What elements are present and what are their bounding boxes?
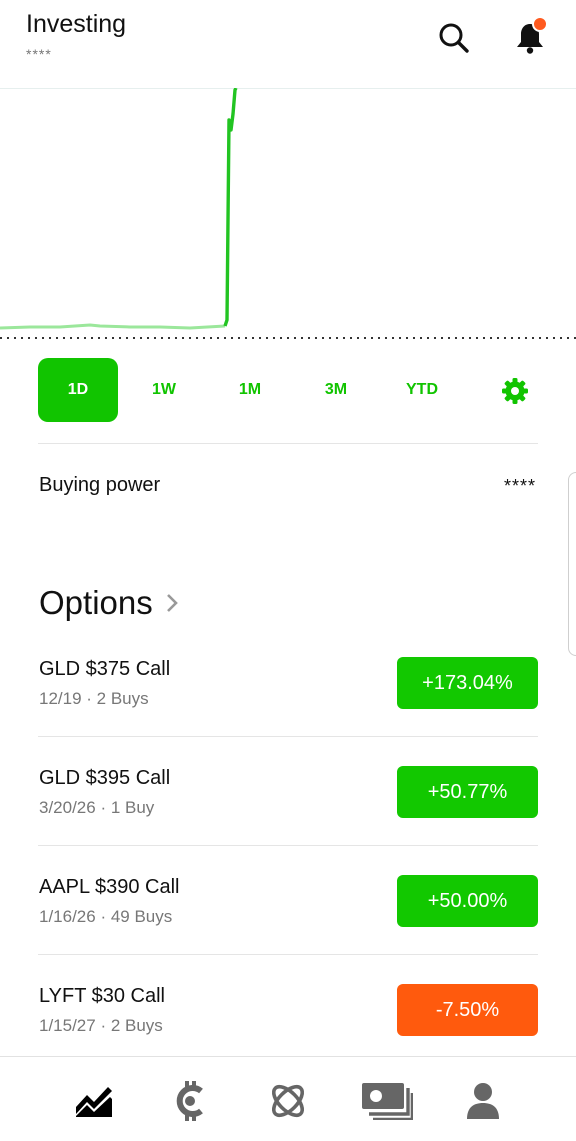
divider <box>38 845 538 846</box>
divider <box>38 443 538 444</box>
notification-dot <box>532 16 548 32</box>
tab-ytd[interactable]: YTD <box>382 358 462 422</box>
option-row[interactable]: GLD $395 Call 3/20/26 · 1 Buy +50.77% <box>39 766 538 875</box>
chart-icon[interactable] <box>70 1077 118 1125</box>
range-selector: 1D 1W 1M 3M YTD <box>38 358 538 422</box>
options-header[interactable]: Options <box>39 584 179 622</box>
scroll-handle[interactable] <box>568 472 576 656</box>
tab-3m[interactable]: 3M <box>296 358 376 422</box>
option-name: LYFT $30 Call <box>39 985 165 1007</box>
bell-icon[interactable] <box>510 16 550 58</box>
portfolio-value[interactable]: **** <box>26 46 52 62</box>
option-name: GLD $395 Call <box>39 767 171 789</box>
chart-line <box>223 87 238 327</box>
tab-1w[interactable]: 1W <box>124 358 204 422</box>
option-name: AAPL $390 Call <box>39 876 180 898</box>
divider <box>38 954 538 955</box>
buying-power-value: **** <box>503 476 536 496</box>
option-detail: 1/16/26 · 49 Buys <box>39 907 173 926</box>
search-icon[interactable] <box>434 18 474 58</box>
divider <box>38 736 538 737</box>
option-row[interactable]: AAPL $390 Call 1/16/26 · 49 Buys +50.00% <box>39 875 538 984</box>
page-title: Investing <box>26 10 127 38</box>
gear-icon[interactable] <box>500 376 530 406</box>
option-row[interactable]: GLD $375 Call 12/19 · 2 Buys +173.04% <box>39 657 538 766</box>
portfolio-chart[interactable] <box>0 87 576 343</box>
bottom-nav <box>0 1056 576 1141</box>
option-name: GLD $375 Call <box>39 658 171 680</box>
option-detail: 12/19 · 2 Buys <box>39 689 149 708</box>
option-change-badge[interactable]: -7.50% <box>397 984 538 1036</box>
option-detail: 1/15/27 · 2 Buys <box>39 1016 163 1035</box>
option-change-badge[interactable]: +173.04% <box>397 657 538 709</box>
tab-1m[interactable]: 1M <box>210 358 290 422</box>
network-icon[interactable] <box>264 1077 312 1125</box>
header: Investing **** <box>0 0 576 89</box>
crypto-icon[interactable] <box>166 1077 214 1125</box>
cash-icon[interactable] <box>360 1077 414 1125</box>
chevron-right-icon <box>166 594 178 612</box>
option-change-badge[interactable]: +50.00% <box>397 875 538 927</box>
tab-1d[interactable]: 1D <box>38 358 118 422</box>
buying-power-label[interactable]: Buying power <box>39 474 160 497</box>
chart-line-past <box>0 323 226 330</box>
account-icon[interactable] <box>459 1077 507 1125</box>
option-change-badge[interactable]: +50.77% <box>397 766 538 818</box>
options-title: Options <box>39 584 153 621</box>
option-detail: 3/20/26 · 1 Buy <box>39 798 155 817</box>
